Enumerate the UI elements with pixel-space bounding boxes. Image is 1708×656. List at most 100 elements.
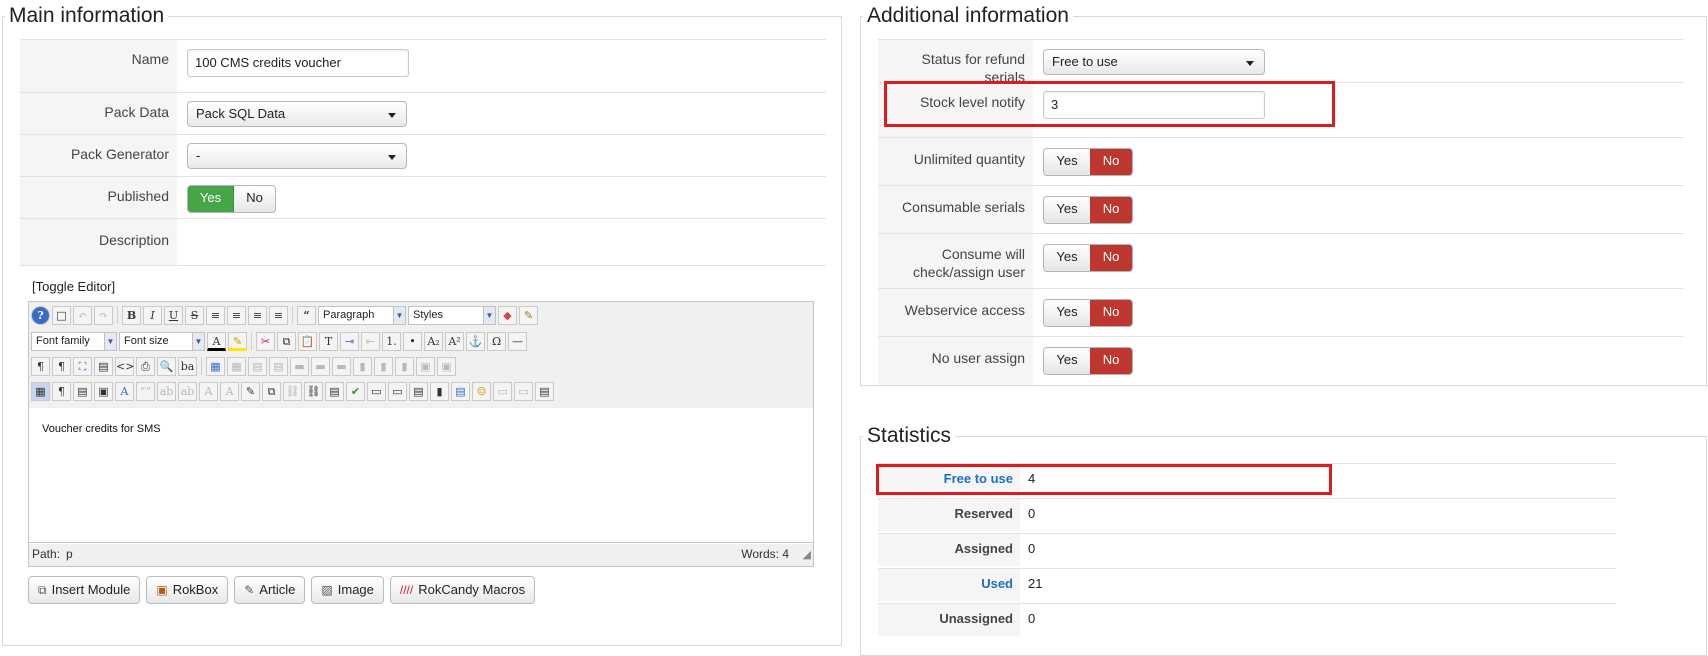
no-user-assign-no-button[interactable]: No bbox=[1090, 348, 1132, 374]
row-after-icon[interactable]: ▬ bbox=[311, 356, 330, 376]
align-right-icon[interactable]: ≡ bbox=[269, 305, 288, 325]
film-icon[interactable]: ▮ bbox=[430, 381, 449, 401]
toggle-editor-link[interactable]: [Toggle Editor] bbox=[32, 279, 115, 294]
delete-table-icon[interactable]: ▦ bbox=[227, 356, 246, 376]
split-cells-icon[interactable]: ▣ bbox=[437, 356, 456, 376]
webservice-access-yes-button[interactable]: Yes bbox=[1044, 300, 1090, 326]
article-button[interactable]: ✎ Article bbox=[234, 576, 306, 604]
copy-icon[interactable]: ⧉ bbox=[277, 331, 296, 351]
bullet-list-icon[interactable]: • bbox=[403, 331, 422, 351]
cell-props-icon[interactable]: ▤ bbox=[269, 356, 288, 376]
find-icon[interactable]: 🔍 bbox=[157, 356, 176, 376]
abbr-icon[interactable]: ab bbox=[157, 381, 176, 401]
outdent-icon[interactable]: ⇤ bbox=[361, 331, 380, 351]
help-icon[interactable]: ? bbox=[31, 305, 50, 325]
paste-icon[interactable]: 📋 bbox=[298, 331, 317, 351]
link-icon[interactable]: ⛓ bbox=[304, 381, 323, 401]
eraser-icon[interactable]: ◆ bbox=[498, 305, 517, 325]
unlink-icon[interactable]: ⛓ bbox=[283, 381, 302, 401]
insert-file-icon[interactable]: ▤ bbox=[451, 381, 470, 401]
highlight-color-icon[interactable]: ✎ bbox=[228, 331, 247, 351]
stat-used-link[interactable]: Used bbox=[878, 569, 1020, 601]
editor-content-area[interactable]: Voucher credits for SMS bbox=[29, 408, 813, 544]
anchor-icon[interactable]: ⚓ bbox=[466, 331, 485, 351]
underline-icon[interactable]: U bbox=[164, 305, 183, 325]
font-family-select[interactable]: Font family ▼ bbox=[31, 331, 117, 351]
special-character-icon[interactable]: Ω bbox=[487, 331, 506, 351]
merge-cells-icon[interactable]: ▣ bbox=[416, 356, 435, 376]
cite-icon[interactable]: “” bbox=[136, 381, 155, 401]
page-break-icon[interactable]: ▭ bbox=[388, 381, 407, 401]
delete-row-icon[interactable]: ▬ bbox=[332, 356, 351, 376]
consumable-serials-yes-button[interactable]: Yes bbox=[1044, 197, 1090, 223]
html-source-icon[interactable]: <> bbox=[115, 356, 134, 376]
new-document-icon[interactable]: □ bbox=[52, 305, 71, 325]
italic-icon[interactable]: I bbox=[143, 305, 162, 325]
align-left-icon[interactable]: ≡ bbox=[248, 305, 267, 325]
indent-icon[interactable]: ⇥ bbox=[340, 331, 359, 351]
col-before-icon[interactable]: ▮ bbox=[353, 356, 372, 376]
consume-check-yes-button[interactable]: Yes bbox=[1044, 245, 1090, 271]
blockquote-icon[interactable]: “ bbox=[297, 305, 316, 325]
insert-image-icon[interactable]: ▣ bbox=[94, 381, 113, 401]
strikethrough-icon[interactable]: S bbox=[185, 305, 204, 325]
webservice-access-no-button[interactable]: No bbox=[1090, 300, 1132, 326]
unlimited-quantity-no-button[interactable]: No bbox=[1090, 149, 1132, 175]
consume-check-no-button[interactable]: No bbox=[1090, 245, 1132, 271]
fullscreen-icon[interactable]: ⛶ bbox=[73, 356, 92, 376]
time-icon[interactable]: ▭ bbox=[514, 381, 533, 401]
cut-icon[interactable]: ✂ bbox=[256, 331, 275, 351]
numbered-list-icon[interactable]: 1. bbox=[382, 331, 401, 351]
bold-icon[interactable]: B bbox=[122, 305, 141, 325]
paragraph-select[interactable]: Paragraph ▼ bbox=[318, 305, 406, 325]
horizontal-rule-icon[interactable]: — bbox=[508, 331, 527, 351]
media-icon[interactable]: ▤ bbox=[325, 381, 344, 401]
col-after-icon[interactable]: ▮ bbox=[374, 356, 393, 376]
template-icon[interactable]: ▤ bbox=[73, 381, 92, 401]
published-no-button[interactable]: No bbox=[234, 186, 275, 212]
paste-text-icon[interactable]: T bbox=[319, 331, 338, 351]
rtl-icon[interactable]: ¶ bbox=[52, 356, 71, 376]
image-button[interactable]: ▨ Image bbox=[311, 576, 384, 604]
pack-data-select[interactable]: Pack SQL Data bbox=[187, 101, 407, 127]
insert-layer-icon[interactable]: ⧉ bbox=[262, 381, 281, 401]
acronym-icon[interactable]: ab bbox=[178, 381, 197, 401]
ltr-icon[interactable]: ¶ bbox=[31, 356, 50, 376]
document-icon[interactable]: ▤ bbox=[409, 381, 428, 401]
undo-icon[interactable]: ↶ bbox=[73, 305, 92, 325]
delete-text-icon[interactable]: A bbox=[199, 381, 218, 401]
preview-icon[interactable]: ▤ bbox=[94, 356, 113, 376]
no-user-assign-yes-button[interactable]: Yes bbox=[1044, 348, 1090, 374]
name-input[interactable]: 100 CMS credits voucher bbox=[187, 49, 409, 77]
readmore-icon[interactable]: ▤ bbox=[535, 381, 554, 401]
editor-path-value[interactable]: p bbox=[66, 543, 73, 565]
style-props-icon[interactable]: A bbox=[115, 381, 134, 401]
table-props-icon[interactable]: ▤ bbox=[248, 356, 267, 376]
unlimited-quantity-yes-button[interactable]: Yes bbox=[1044, 149, 1090, 175]
resize-handle-icon[interactable]: ◢ bbox=[803, 544, 811, 566]
subscript-icon[interactable]: A₂ bbox=[424, 331, 443, 351]
spellcheck-icon[interactable]: ✔ bbox=[346, 381, 365, 401]
rokbox-button[interactable]: ▣ RokBox bbox=[146, 576, 229, 604]
emoticon-icon[interactable]: ☺ bbox=[472, 381, 491, 401]
status-refund-select[interactable]: Free to use bbox=[1043, 49, 1265, 75]
date-icon[interactable]: ▭ bbox=[493, 381, 512, 401]
row-before-icon[interactable]: ▬ bbox=[290, 356, 309, 376]
align-center-icon[interactable]: ≡ bbox=[227, 305, 246, 325]
styles-select[interactable]: Styles ▼ bbox=[408, 305, 496, 325]
visual-aid-icon[interactable]: ▦ bbox=[31, 381, 50, 401]
text-color-icon[interactable]: A bbox=[207, 331, 226, 351]
delete-col-icon[interactable]: ▮ bbox=[395, 356, 414, 376]
font-size-select[interactable]: Font size ▼ bbox=[119, 331, 205, 351]
superscript-icon[interactable]: A² bbox=[445, 331, 464, 351]
redo-icon[interactable]: ↷ bbox=[94, 305, 113, 325]
show-blocks-icon[interactable]: ¶ bbox=[52, 381, 71, 401]
nonbreaking-icon[interactable]: ▭ bbox=[367, 381, 386, 401]
cleanup-broom-icon[interactable]: ✎ bbox=[519, 305, 538, 325]
rokcandy-macros-button[interactable]: //// RokCandy Macros bbox=[389, 576, 536, 604]
insert-table-icon[interactable]: ▦ bbox=[206, 356, 225, 376]
attributes-icon[interactable]: ✎ bbox=[241, 381, 260, 401]
consumable-serials-no-button[interactable]: No bbox=[1090, 197, 1132, 223]
published-yes-button[interactable]: Yes bbox=[188, 186, 234, 212]
insert-text-icon[interactable]: A bbox=[220, 381, 239, 401]
